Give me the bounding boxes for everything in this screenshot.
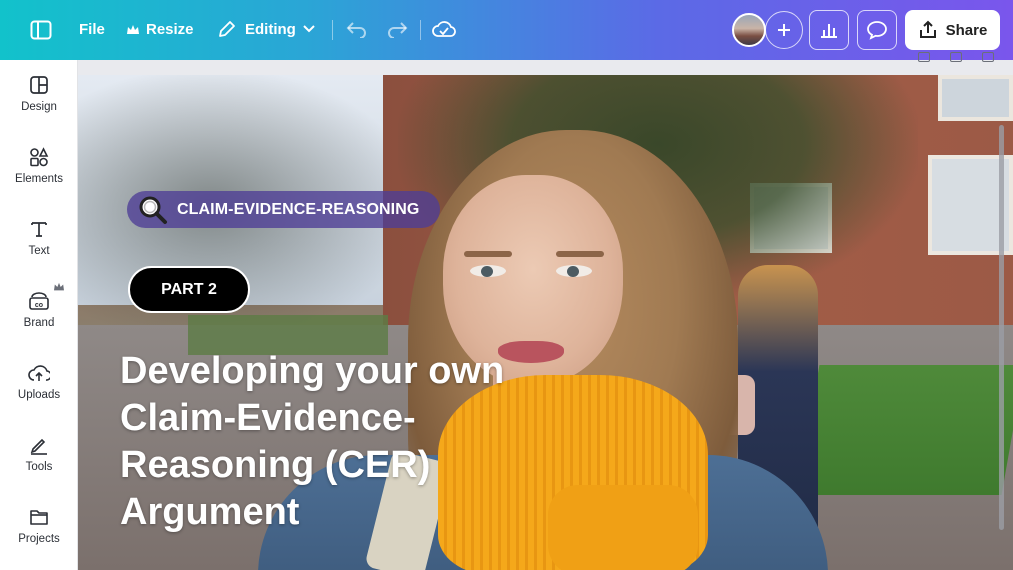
undo-button[interactable] xyxy=(346,20,368,38)
tools-icon xyxy=(30,438,47,455)
svg-text:co: co xyxy=(35,302,43,309)
premium-crown-icon xyxy=(54,282,64,291)
redo-button[interactable] xyxy=(386,20,408,38)
photo-scarf xyxy=(548,485,698,570)
toolbar-divider xyxy=(332,20,333,40)
crown-icon xyxy=(127,24,139,34)
photo-eye xyxy=(470,265,506,277)
sidebar-item-label: Tools xyxy=(25,461,53,473)
sidebar-item-tools[interactable]: Tools xyxy=(0,420,78,488)
page-actions xyxy=(918,52,994,62)
uploads-icon xyxy=(28,365,50,381)
brand-icon: co xyxy=(29,292,49,310)
cer-tag-label[interactable]: CLAIM-EVIDENCE-REASONING xyxy=(127,191,440,228)
photo-grass xyxy=(796,365,1013,495)
sidebar-item-label: Elements xyxy=(15,173,63,185)
sidebar-item-elements[interactable]: Elements xyxy=(0,132,78,200)
photo-window xyxy=(938,75,1013,121)
bar-chart-icon xyxy=(821,24,837,38)
sidebar-toggle-icon xyxy=(30,20,52,40)
sidebar-item-text[interactable]: Text xyxy=(0,204,78,272)
projects-icon xyxy=(30,510,48,525)
share-icon xyxy=(919,20,936,38)
sidebar-item-label: Design xyxy=(21,101,57,113)
sidebar-item-design[interactable]: Design xyxy=(0,60,78,128)
page-lock-icon[interactable] xyxy=(918,52,930,62)
sidebar-item-label: Uploads xyxy=(17,389,61,401)
file-menu-label: File xyxy=(79,21,105,38)
toolbar-divider-2 xyxy=(420,20,421,40)
sidebar-item-brand[interactable]: co Brand xyxy=(0,276,78,344)
page-duplicate-icon[interactable] xyxy=(950,52,962,62)
elements-icon xyxy=(30,147,49,167)
pencil-icon xyxy=(219,21,235,37)
user-avatar[interactable] xyxy=(732,13,766,47)
resize-button[interactable]: Resize xyxy=(126,21,194,38)
sidebar-item-uploads[interactable]: Uploads xyxy=(0,348,78,416)
page-add-icon[interactable] xyxy=(982,52,994,62)
text-icon xyxy=(31,222,47,237)
photo-eye xyxy=(556,265,592,277)
editing-mode-dropdown[interactable]: Editing xyxy=(217,19,316,39)
left-sidebar: Design Elements Text co Brand Uploads To… xyxy=(0,60,78,570)
sidebar-item-label: Projects xyxy=(18,533,60,545)
part-text: PART 2 xyxy=(161,280,217,298)
redo-icon xyxy=(388,22,408,38)
cloud-check-icon xyxy=(432,21,456,37)
canvas-scrollbar[interactable] xyxy=(999,125,1004,530)
insights-button[interactable] xyxy=(809,10,849,50)
photo-eyebrow xyxy=(464,251,512,257)
comment-icon xyxy=(867,21,887,40)
photo-eyebrow xyxy=(556,251,604,257)
comments-button[interactable] xyxy=(857,10,897,50)
collaborators xyxy=(729,10,803,50)
add-collaborator-button[interactable] xyxy=(765,11,803,49)
tag-text: CLAIM-EVIDENCE-REASONING xyxy=(177,200,420,218)
sidebar-item-label: Text xyxy=(28,245,50,257)
undo-icon xyxy=(346,22,366,38)
share-label: Share xyxy=(945,21,988,39)
sidebar-item-projects[interactable]: Projects xyxy=(0,492,78,560)
toggle-sidebar-button[interactable] xyxy=(30,20,52,40)
editing-label: Editing xyxy=(245,20,296,38)
save-status-button[interactable] xyxy=(432,19,456,39)
magnifier-icon xyxy=(139,196,167,224)
slide-headline[interactable]: Developing your own Claim-Evidence- Reas… xyxy=(120,348,570,536)
sidebar-item-label: Brand xyxy=(23,317,55,329)
top-toolbar: File Resize Editing Share xyxy=(0,0,1013,60)
design-icon xyxy=(30,76,48,94)
file-menu-button[interactable]: File xyxy=(79,21,105,38)
share-button[interactable]: Share xyxy=(905,10,1000,50)
plus-icon xyxy=(778,24,790,36)
chevron-down-icon xyxy=(303,25,315,33)
part-label-pill[interactable]: PART 2 xyxy=(128,266,250,313)
resize-label: Resize xyxy=(146,21,194,38)
